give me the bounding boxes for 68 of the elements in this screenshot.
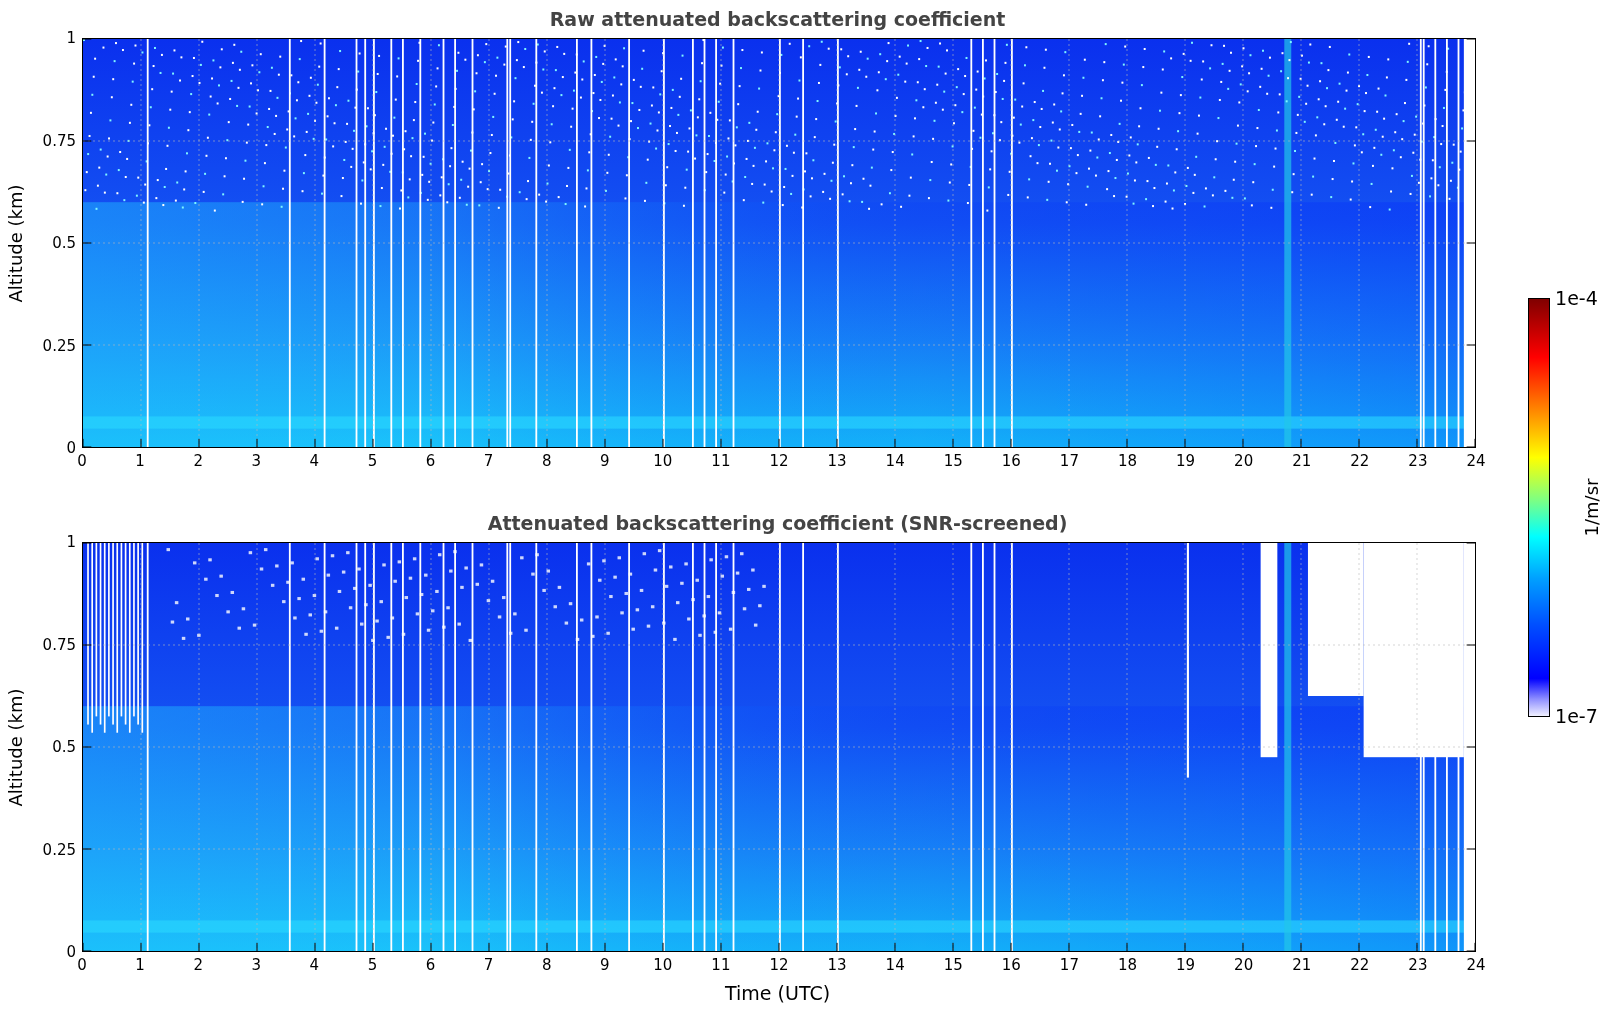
- y-tick-label: 0.25: [42, 338, 76, 353]
- plot-title: Attenuated backscattering coefficient (SNR-screened): [487, 512, 1068, 534]
- colorbar-max-label: 1e-4: [1555, 289, 1598, 308]
- x-tick-label: 10: [653, 958, 673, 973]
- x-tick-label: 22: [1350, 454, 1370, 469]
- x-tick-label: 1: [135, 454, 145, 469]
- x-tick-label: 2: [193, 454, 203, 469]
- x-tick-label: 18: [1117, 958, 1138, 973]
- x-tick-label: 6: [425, 454, 436, 469]
- x-tick-label: 7: [483, 454, 494, 469]
- x-tick-label: 19: [1176, 958, 1196, 973]
- x-tick-label: 13: [827, 958, 847, 973]
- y-tick-label: 0.5: [52, 739, 76, 755]
- x-tick-label: 24: [1466, 454, 1486, 469]
- x-tick-label: 12: [769, 454, 789, 469]
- x-tick-label: 1: [135, 958, 145, 973]
- y-tick-label: 0.25: [42, 842, 76, 857]
- x-tick-label: 9: [600, 454, 610, 469]
- x-tick-label: 19: [1176, 454, 1196, 469]
- x-tick-label: 0: [77, 958, 87, 973]
- x-tick-label: 14: [885, 958, 905, 973]
- x-tick-label: 8: [541, 958, 552, 973]
- x-tick-label: 22: [1350, 958, 1370, 973]
- x-tick-label: 13: [827, 454, 847, 469]
- x-tick-label: 14: [885, 454, 905, 469]
- x-tick-label: 16: [1001, 454, 1021, 469]
- colorbar-min-label: 1e-7: [1555, 707, 1598, 726]
- x-tick-label: 20: [1234, 958, 1254, 973]
- y-tick-label: 0: [66, 440, 76, 456]
- x-tick-label: 16: [1001, 958, 1021, 973]
- x-tick-label: 15: [943, 454, 963, 469]
- x-tick-label: 2: [193, 958, 203, 973]
- x-tick-label: 5: [367, 454, 378, 469]
- x-tick-label: 11: [711, 454, 731, 469]
- colorbar-unit-label: 1/m/sr: [1581, 478, 1603, 537]
- x-tick-label: 12: [769, 958, 789, 973]
- x-tick-label: 21: [1292, 958, 1312, 973]
- x-axis-label: Time (UTC): [725, 982, 831, 1004]
- y-axis-label: Altitude (km): [4, 687, 26, 807]
- x-tick-label: 4: [309, 454, 320, 469]
- x-tick-label: 8: [541, 454, 552, 469]
- y-tick-label: 0.5: [52, 235, 76, 251]
- y-axis-label: Altitude (km): [4, 183, 26, 303]
- x-tick-label: 6: [425, 958, 436, 973]
- x-tick-label: 7: [483, 958, 494, 973]
- x-tick-label: 17: [1059, 958, 1079, 973]
- y-tick-label: 0.75: [42, 133, 76, 148]
- x-tick-label: 10: [653, 454, 673, 469]
- x-tick-label: 18: [1117, 454, 1138, 469]
- x-tick-label: 11: [711, 958, 731, 973]
- x-tick-label: 15: [943, 958, 963, 973]
- x-tick-label: 23: [1408, 454, 1428, 469]
- x-tick-label: 20: [1234, 454, 1254, 469]
- y-tick-label: 1: [66, 30, 76, 46]
- x-tick-label: 17: [1059, 454, 1079, 469]
- plot-title: Raw attenuated backscattering coefficient: [549, 8, 1006, 30]
- x-tick-label: 5: [367, 958, 378, 973]
- y-tick-label: 0.75: [42, 637, 76, 652]
- x-tick-label: 0: [77, 454, 87, 469]
- x-tick-label: 4: [309, 958, 320, 973]
- x-tick-label: 23: [1408, 958, 1428, 973]
- x-tick-label: 21: [1292, 454, 1312, 469]
- x-tick-label: 24: [1466, 958, 1486, 973]
- y-tick-label: 1: [66, 534, 76, 550]
- x-tick-label: 3: [251, 454, 261, 469]
- y-tick-label: 0: [66, 944, 76, 960]
- x-tick-label: 3: [251, 958, 261, 973]
- x-tick-label: 9: [600, 958, 610, 973]
